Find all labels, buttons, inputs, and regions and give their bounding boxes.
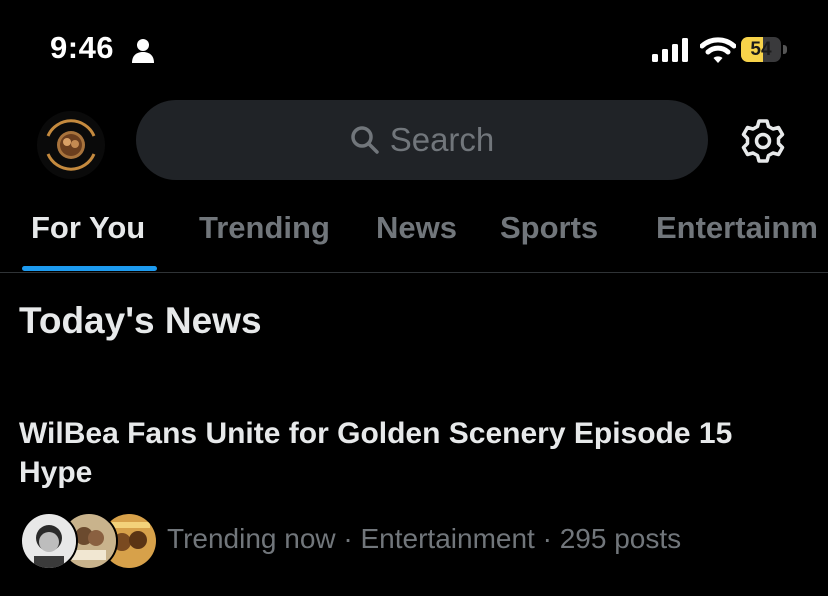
battery-nub bbox=[783, 45, 787, 54]
tab-sports[interactable]: Sports bbox=[500, 210, 598, 246]
tab-entertainment[interactable]: Entertainm bbox=[656, 210, 818, 246]
search-placeholder: Search bbox=[389, 121, 495, 158]
explore-tabs: For You Trending News Sports Entertainm bbox=[0, 196, 828, 272]
profile-avatar-icon[interactable] bbox=[36, 110, 106, 180]
search-bar[interactable]: Search bbox=[136, 100, 708, 180]
status-time: 9:46 bbox=[50, 30, 115, 65]
tab-trending[interactable]: Trending bbox=[199, 210, 330, 246]
search-icon bbox=[350, 126, 379, 154]
trend-avatar-1 bbox=[20, 512, 78, 570]
status-bar: 9:46 54 bbox=[0, 0, 828, 100]
tabs-divider bbox=[0, 272, 828, 273]
battery-body: 54 bbox=[741, 37, 781, 62]
section-title: Today's News bbox=[19, 300, 262, 341]
active-tab-indicator bbox=[22, 266, 157, 271]
battery-indicator: 54 bbox=[741, 37, 787, 62]
tab-news[interactable]: News bbox=[376, 210, 457, 246]
trend-avatars bbox=[20, 512, 158, 570]
person-icon bbox=[132, 39, 154, 63]
trend-meta: Trending now · Entertainment · 295 posts bbox=[167, 523, 682, 554]
tab-for-you[interactable]: For You bbox=[31, 210, 145, 246]
wifi-icon bbox=[700, 37, 736, 63]
battery-percent: 54 bbox=[750, 39, 772, 60]
gear-icon[interactable] bbox=[740, 118, 786, 164]
cellular-signal-icon bbox=[652, 38, 688, 62]
news-headline[interactable]: WilBea Fans Unite for Golden Scenery Epi… bbox=[19, 414, 799, 492]
